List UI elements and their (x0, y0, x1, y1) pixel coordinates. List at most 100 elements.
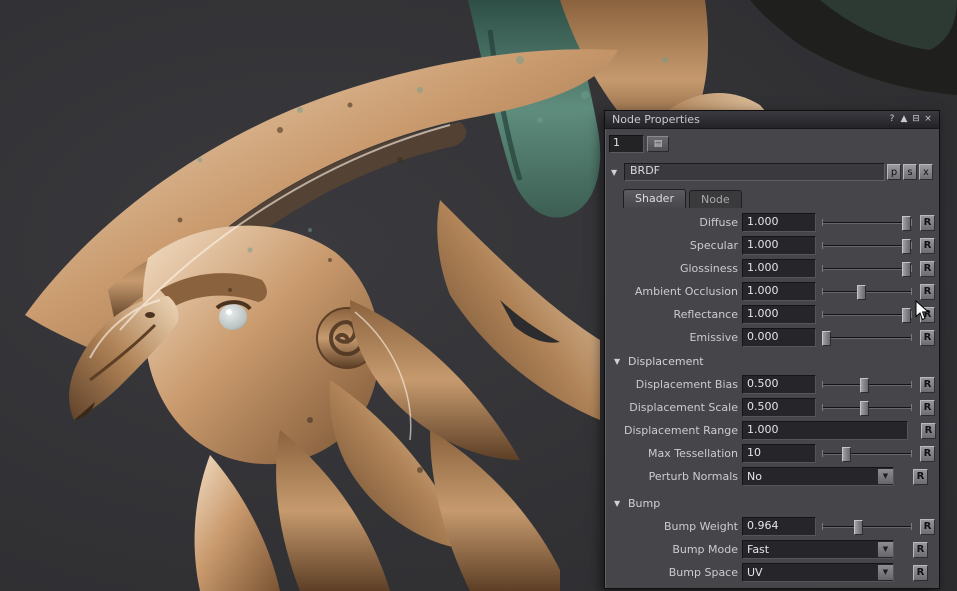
chevron-down-icon[interactable]: ▼ (877, 469, 893, 484)
property-label: Bump Weight (611, 520, 742, 533)
property-row-reflectance: Reflectance 1.000 R (605, 303, 939, 326)
property-row-displacement-bias: Displacement Bias 0.500 R (605, 373, 939, 396)
slider-track (822, 526, 912, 527)
slider-handle[interactable] (860, 401, 869, 416)
slider-handle[interactable] (854, 520, 863, 535)
bump-space-dropdown[interactable]: UV ▼ (742, 563, 894, 582)
reset-button[interactable]: R (920, 238, 935, 254)
ambient-occlusion-value-field[interactable]: 1.000 (742, 282, 816, 301)
property-row-emissive: Emissive 0.000 R (605, 326, 939, 349)
slider-handle[interactable] (902, 239, 911, 254)
property-label: Displacement Scale (611, 401, 742, 414)
displacement-scale-slider[interactable] (821, 399, 913, 416)
collapse-icon[interactable]: ▼ (614, 499, 628, 508)
slider-handle[interactable] (822, 331, 831, 346)
reset-button[interactable]: R (920, 330, 935, 346)
detach-icon[interactable]: ⊟ (910, 111, 922, 128)
collapse-icon[interactable]: ▼ (614, 357, 628, 366)
displacement-properties: Displacement Bias 0.500 R Displacement S… (605, 373, 939, 488)
slider-track (822, 291, 912, 292)
brdf-label[interactable]: BRDF (624, 163, 885, 181)
property-row-bump-space: Bump Space UV ▼ R (605, 561, 939, 584)
reflectance-value-field[interactable]: 1.000 (742, 305, 816, 324)
reset-button[interactable]: R (913, 542, 928, 558)
glossiness-slider[interactable] (821, 260, 913, 277)
bump-section-header[interactable]: ▼ Bump (605, 494, 939, 512)
panel-title: Node Properties (610, 111, 886, 128)
chevron-down-icon[interactable]: ▼ (877, 565, 893, 580)
reset-button[interactable]: R (920, 519, 935, 535)
displacement-range-value-field[interactable]: 1.000 (742, 421, 908, 440)
bump-weight-value-field[interactable]: 0.964 (742, 517, 816, 536)
slider-track (822, 314, 912, 315)
s-button[interactable]: s (903, 164, 917, 180)
collapse-icon[interactable]: ▼ (611, 168, 624, 177)
slider-handle[interactable] (860, 378, 869, 393)
reset-button[interactable]: R (920, 307, 935, 323)
property-label: Emissive (611, 331, 742, 344)
bump-mode-dropdown[interactable]: Fast ▼ (742, 540, 894, 559)
max-tessellation-slider[interactable] (821, 445, 913, 462)
bump-weight-slider[interactable] (821, 518, 913, 535)
index-input[interactable]: 1 (609, 135, 644, 153)
specular-slider[interactable] (821, 237, 913, 254)
property-label: Glossiness (611, 262, 742, 275)
section-title: Bump (628, 497, 660, 510)
reflectance-slider[interactable] (821, 306, 913, 323)
property-label: Specular (611, 239, 742, 252)
property-label: Perturb Normals (611, 470, 742, 483)
reset-button[interactable]: R (921, 423, 936, 439)
perturb-normals-dropdown[interactable]: No ▼ (742, 467, 894, 486)
reset-button[interactable]: R (920, 400, 935, 416)
tab-shader[interactable]: Shader (623, 189, 686, 208)
diffuse-value-field[interactable]: 1.000 (742, 213, 816, 232)
displacement-scale-value-field[interactable]: 0.500 (742, 398, 816, 417)
slider-track (822, 337, 912, 338)
help-icon[interactable]: ? (886, 111, 898, 128)
property-row-displacement-range: Displacement Range 1.000 R (605, 419, 939, 442)
property-label: Bump Mode (611, 543, 742, 556)
panel-titlebar[interactable]: Node Properties ? ▲ ⊟ × (605, 111, 939, 129)
property-row-diffuse: Diffuse 1.000 R (605, 211, 939, 234)
reset-button[interactable]: R (913, 565, 928, 581)
selector-row: 1 ▤ (605, 129, 939, 155)
dropdown-value: No (743, 469, 877, 484)
brdf-header: ▼ BRDF p s x (611, 163, 933, 181)
reset-button[interactable]: R (920, 377, 935, 393)
reset-button[interactable]: R (920, 446, 935, 462)
property-label: Displacement Bias (611, 378, 742, 391)
slider-handle[interactable] (857, 285, 866, 300)
tab-node[interactable]: Node (689, 190, 742, 208)
max-tessellation-value-field[interactable]: 10 (742, 444, 816, 463)
reset-button[interactable]: R (920, 215, 935, 231)
slider-handle[interactable] (902, 216, 911, 231)
slider-handle[interactable] (842, 447, 851, 462)
reset-button[interactable]: R (920, 261, 935, 277)
emissive-value-field[interactable]: 0.000 (742, 328, 816, 347)
glossiness-value-field[interactable]: 1.000 (742, 259, 816, 278)
property-label: Max Tessellation (611, 447, 742, 460)
tab-bar: Shader Node (623, 189, 939, 208)
slider-handle[interactable] (902, 308, 911, 323)
diffuse-slider[interactable] (821, 214, 913, 231)
property-label: Displacement Range (611, 424, 742, 437)
reset-button[interactable]: R (920, 284, 935, 300)
property-row-specular: Specular 1.000 R (605, 234, 939, 257)
emissive-slider[interactable] (821, 329, 913, 346)
displacement-bias-value-field[interactable]: 0.500 (742, 375, 816, 394)
bump-properties: Bump Weight 0.964 R Bump Mode Fast ▼ R B… (605, 515, 939, 584)
specular-value-field[interactable]: 1.000 (742, 236, 816, 255)
ambient-occlusion-slider[interactable] (821, 283, 913, 300)
x-button[interactable]: x (919, 164, 933, 180)
slider-handle[interactable] (902, 262, 911, 277)
reset-button[interactable]: R (913, 469, 928, 485)
property-row-bump-weight: Bump Weight 0.964 R (605, 515, 939, 538)
displacement-bias-slider[interactable] (821, 376, 913, 393)
p-button[interactable]: p (887, 164, 901, 180)
form-picker-button[interactable]: ▤ (647, 136, 669, 152)
slider-track (822, 268, 912, 269)
displacement-section-header[interactable]: ▼ Displacement (605, 352, 939, 370)
chevron-down-icon[interactable]: ▼ (877, 542, 893, 557)
popup-icon[interactable]: ▲ (898, 111, 910, 128)
close-icon[interactable]: × (922, 111, 934, 128)
